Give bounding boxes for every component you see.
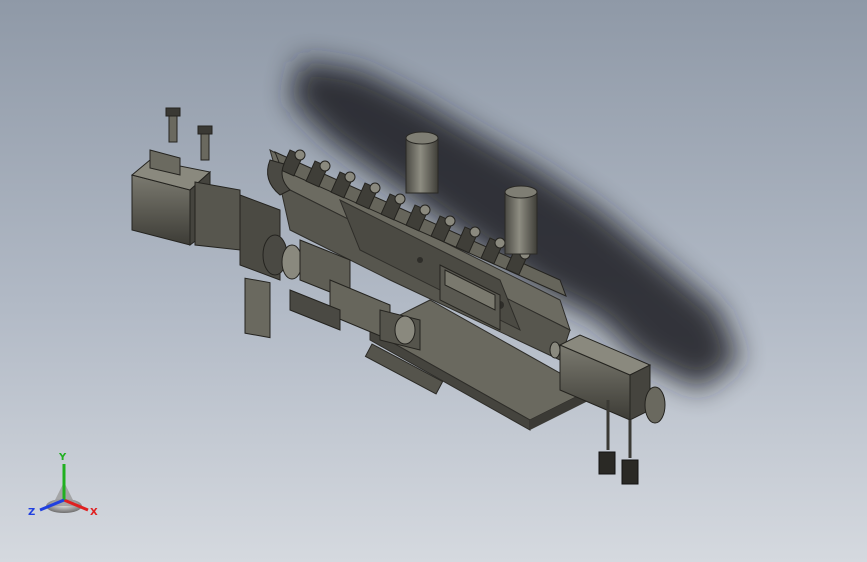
z-axis-label: Z [28,507,35,518]
y-axis-label: Y [58,452,67,463]
right-motor-cable-2 [621,420,639,485]
cad-model[interactable] [0,0,867,562]
left-servo-motor [130,149,281,281]
left-motor-connector-2 [197,125,213,161]
graphics-viewport[interactable]: X Y Z [0,0,867,562]
left-motor-connector-1 [165,107,181,143]
cylinder-left [405,131,439,194]
orientation-triad[interactable]: X Y Z [22,448,106,524]
cylinder-right [504,185,538,255]
x-axis-label: X [90,507,98,518]
